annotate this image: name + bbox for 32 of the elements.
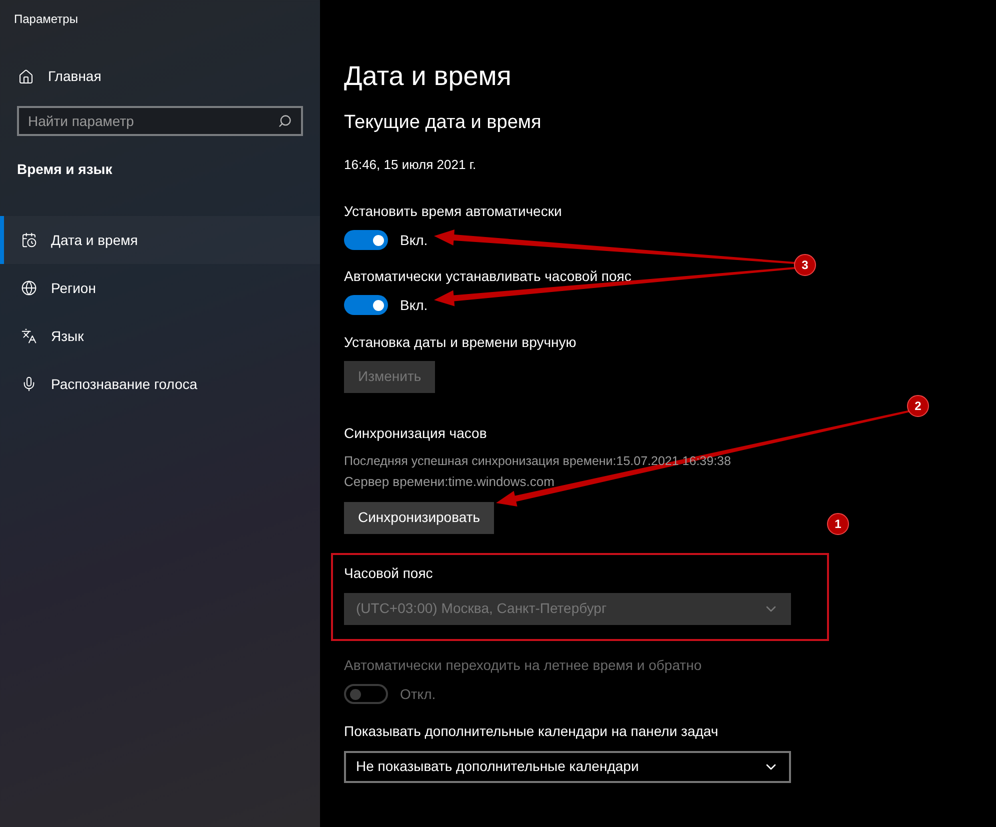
toggle-state: Откл. bbox=[400, 684, 436, 704]
globe-icon bbox=[21, 280, 37, 296]
sync-server: Сервер времени:time.windows.com bbox=[344, 473, 556, 492]
setting-label: Автоматически переходить на летнее время и обратно bbox=[344, 656, 703, 675]
setting-label: Синхронизация часов bbox=[344, 424, 488, 443]
search-icon bbox=[278, 114, 292, 128]
window-title: Параметры bbox=[14, 11, 79, 28]
nav-item[interactable]: Распознавание голоса bbox=[0, 360, 320, 408]
nav-item[interactable]: Язык bbox=[0, 312, 320, 360]
language-icon bbox=[21, 328, 37, 344]
toggle-switch[interactable] bbox=[344, 230, 388, 250]
calendar-clock-icon bbox=[21, 232, 37, 248]
section-heading: Время и язык bbox=[17, 160, 114, 179]
setting-label: Часовой пояс bbox=[344, 564, 434, 583]
toggle-state: Вкл. bbox=[400, 230, 428, 250]
sync-button[interactable]: Синхронизировать bbox=[344, 502, 494, 534]
section-title: Текущие дата и время bbox=[344, 110, 542, 134]
calendar-dropdown[interactable]: Не показывать дополнительные календари bbox=[344, 750, 791, 783]
current-datetime: 16:46, 15 июля 2021 г. bbox=[344, 156, 478, 174]
microphone-icon bbox=[21, 376, 37, 392]
toggle-switch[interactable] bbox=[344, 295, 388, 315]
setting-label: Установка даты и времени вручную bbox=[344, 332, 578, 352]
setting-label: Установить время автоматически bbox=[344, 202, 563, 221]
page-title: Дата и время bbox=[344, 60, 512, 93]
toggle-state: Вкл. bbox=[400, 296, 428, 314]
nav-item[interactable]: Регион bbox=[0, 264, 320, 312]
home-icon bbox=[18, 68, 34, 84]
setting-label: Автоматически устанавливать часовой пояс bbox=[344, 266, 632, 286]
search-field[interactable]: Найти параметр bbox=[17, 106, 303, 136]
nav-item[interactable]: Дата и время bbox=[0, 216, 320, 264]
home-link[interactable]: Главная bbox=[48, 66, 102, 87]
setting-label: Показывать дополнительные календари на панели задач bbox=[344, 722, 720, 741]
